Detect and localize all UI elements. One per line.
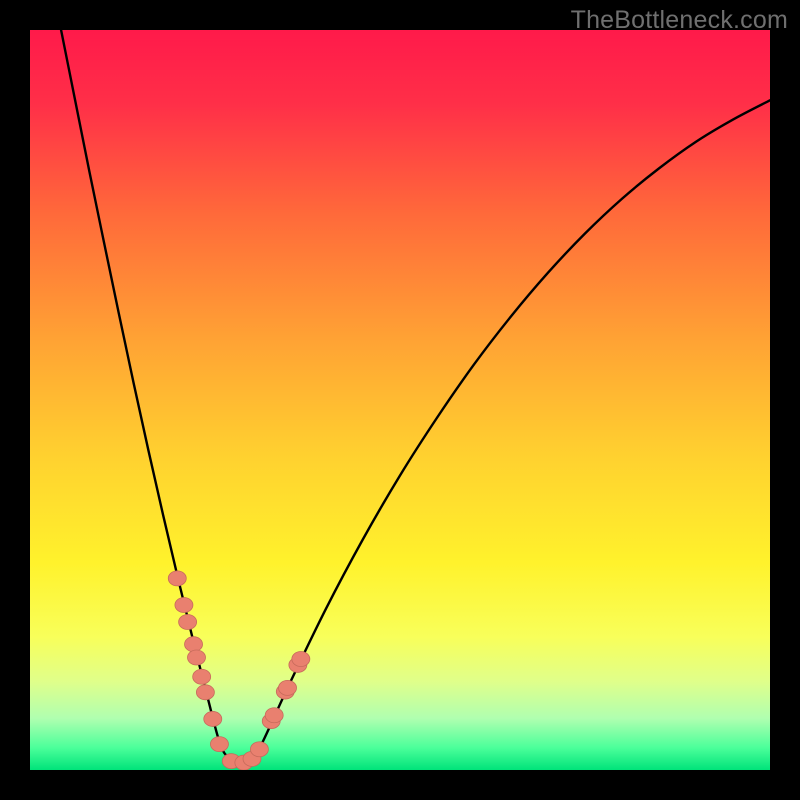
bottleneck-curve	[60, 30, 770, 764]
sample-markers	[168, 571, 310, 770]
sample-marker	[188, 650, 206, 665]
sample-marker	[250, 742, 268, 757]
sample-marker	[196, 685, 214, 700]
sample-marker	[185, 637, 203, 652]
watermark-text: TheBottleneck.com	[571, 6, 788, 35]
sample-marker	[279, 680, 297, 695]
sample-marker	[175, 597, 193, 612]
sample-marker	[179, 615, 197, 630]
curve-layer	[30, 30, 770, 770]
sample-marker	[193, 669, 211, 684]
sample-marker	[210, 737, 228, 752]
sample-marker	[168, 571, 186, 586]
sample-marker	[265, 708, 283, 723]
chart-frame: TheBottleneck.com	[0, 0, 800, 800]
sample-marker	[292, 652, 310, 667]
plot-area	[30, 30, 770, 770]
sample-marker	[204, 711, 222, 726]
